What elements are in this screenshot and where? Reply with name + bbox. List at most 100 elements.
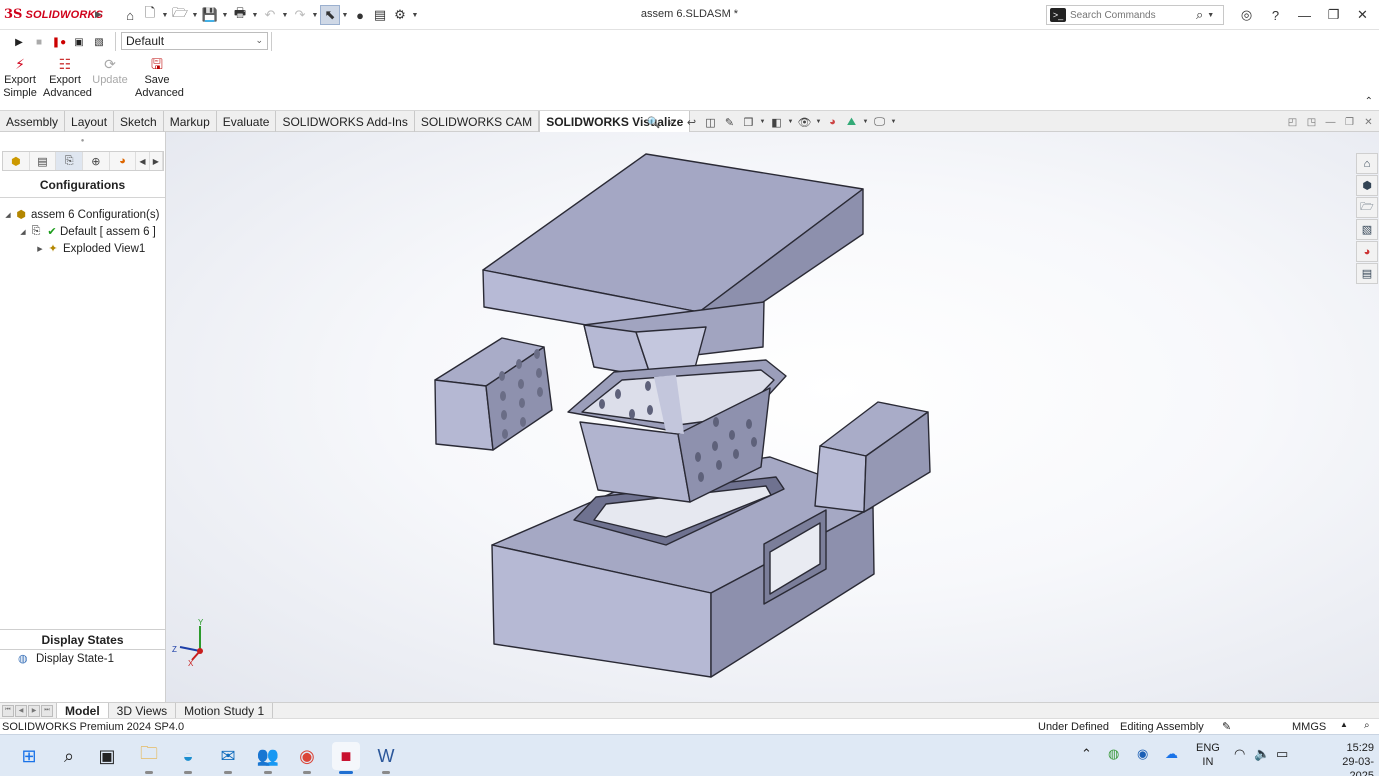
expand-toggle-icon[interactable]: ◢ (18, 228, 28, 236)
rebuild-traffic-light-icon[interactable]: ● (350, 5, 370, 25)
stop-icon[interactable]: ■ (30, 34, 48, 50)
minimize-icon[interactable]: — (1290, 5, 1319, 25)
menu-expand-icon[interactable]: ▶ (95, 9, 102, 20)
tile-view-icon[interactable]: ◰ (1283, 115, 1302, 129)
tab-solidworks-cam[interactable]: SOLIDWORKS CAM (415, 111, 540, 132)
units-dropdown-icon[interactable]: ▲ (1340, 720, 1348, 729)
configuration-manager-tab-icon[interactable]: ⎘ (56, 152, 83, 170)
expand-toggle-icon[interactable]: ◢ (3, 211, 13, 219)
redo-icon[interactable]: ↷ (290, 5, 310, 25)
tab-markup[interactable]: Markup (164, 111, 217, 132)
open-dropdown-icon[interactable]: ▼ (190, 12, 200, 19)
apply-scene-icon[interactable]: ⛰ (842, 114, 861, 130)
home-icon[interactable]: ⌂ (120, 5, 140, 25)
tab-layout[interactable]: Layout (65, 111, 115, 132)
last-tab-icon[interactable]: ⏭ (41, 704, 53, 717)
outlook-icon[interactable]: ✉ (214, 742, 242, 774)
tree-item[interactable]: ◢ ⎘ ✔ Default [ assem 6 ] (0, 223, 165, 240)
exploded-mold-assembly[interactable]: Y Z X (166, 132, 1379, 702)
section-view-icon[interactable]: ◫ (701, 114, 720, 130)
new-dropdown-icon[interactable]: ▼ (160, 12, 170, 19)
dimxpert-tab-icon[interactable]: ⊕ (83, 152, 110, 170)
word-icon[interactable]: W (372, 742, 400, 774)
options-dropdown-icon[interactable]: ▼ (410, 12, 420, 19)
edge-browser-icon[interactable]: ◒ (174, 742, 202, 774)
wifi-icon[interactable]: ◠ (1234, 746, 1245, 762)
input-language[interactable]: ENG IN (1196, 741, 1220, 769)
hide-show-dropdown-icon[interactable]: ▼ (814, 114, 823, 130)
search-commands-box[interactable]: >_ ⌕ ▼ (1046, 5, 1224, 25)
appearances-scenes-icon[interactable]: ◕ (1356, 241, 1378, 262)
viewport-restore-icon[interactable]: ❐ (1340, 115, 1359, 129)
view-palette-icon[interactable]: ▧ (1356, 219, 1378, 240)
save-advanced-button[interactable]: 🖫 Save Advanced (135, 55, 184, 100)
solidworks-resources-icon[interactable]: ⌂ (1356, 153, 1378, 174)
save-dropdown-icon[interactable]: ▼ (220, 12, 230, 19)
property-manager-tab-icon[interactable]: ▤ (30, 152, 57, 170)
scroll-left-icon[interactable]: ◀ (136, 152, 150, 170)
view-orientation-icon[interactable]: ❒ (739, 114, 758, 130)
solidworks-logo[interactable]: 3S SOLIDWORKS (4, 7, 103, 22)
onedrive-icon[interactable]: ☁ (1165, 746, 1178, 762)
render-output-icon[interactable]: ▧ (90, 34, 108, 50)
graphics-viewport[interactable]: Y Z X (166, 132, 1379, 702)
left-side-slide[interactable] (434, 337, 553, 451)
render-settings-icon[interactable]: ▣ (70, 34, 88, 50)
tab-motion-study-1[interactable]: Motion Study 1 (176, 702, 274, 719)
task-view-icon[interactable]: ▣ (93, 742, 121, 770)
edit-appearance-icon[interactable]: ◕ (823, 114, 842, 130)
select-cursor-icon[interactable]: ⬉ (320, 5, 340, 25)
configuration-select[interactable]: Default ⌄ (121, 32, 268, 50)
dynamic-annotation-icon[interactable]: ✎ (720, 114, 739, 130)
viewport-minimize-icon[interactable]: — (1321, 115, 1340, 129)
print-icon[interactable]: 🖶 (230, 5, 250, 25)
right-side-slide[interactable] (814, 401, 931, 513)
play-icon[interactable]: ▶ (10, 34, 28, 50)
user-account-icon[interactable]: ◎ (1232, 5, 1261, 25)
split-view-icon[interactable]: ◳ (1302, 115, 1321, 129)
battery-icon[interactable]: ▭ (1276, 746, 1288, 762)
chevron-up-icon[interactable]: ⌃ (1365, 96, 1373, 107)
scene-dropdown-icon[interactable]: ▼ (861, 114, 870, 130)
restore-icon[interactable]: ❐ (1319, 5, 1348, 25)
design-library-icon[interactable]: ⬢ (1356, 175, 1378, 196)
viewport-close-icon[interactable]: ✕ (1359, 115, 1378, 129)
next-tab-icon[interactable]: ▶ (28, 704, 40, 717)
feature-manager-tab-icon[interactable]: ⬢ (3, 152, 30, 170)
export-advanced-button[interactable]: ☷ Export Advanced (43, 55, 92, 100)
tab-solidworks-add-ins[interactable]: SOLIDWORKS Add-Ins (276, 111, 415, 132)
volume-icon[interactable]: 🔈 (1254, 746, 1270, 762)
print-dropdown-icon[interactable]: ▼ (250, 12, 260, 19)
tab-model[interactable]: Model (56, 702, 109, 719)
show-hidden-icons-icon[interactable]: ⌃ (1081, 746, 1092, 762)
first-tab-icon[interactable]: ⏮ (2, 704, 14, 717)
unit-system[interactable]: MMGS (1292, 721, 1326, 733)
chrome-icon[interactable]: ◉ (293, 742, 321, 774)
search-dropdown-icon[interactable]: ▼ (1207, 12, 1214, 19)
zoom-to-fit-icon[interactable]: 🔍 (644, 114, 663, 130)
zoom-to-area-icon[interactable]: ⌕ (663, 114, 682, 130)
help-icon[interactable]: ? (1261, 5, 1290, 25)
file-explorer-icon[interactable]: 🗁 (1356, 197, 1378, 218)
windows-start-icon[interactable]: ⊞ (15, 742, 43, 770)
redo-dropdown-icon[interactable]: ▼ (310, 12, 320, 19)
tab-sketch[interactable]: Sketch (114, 111, 164, 132)
file-properties-icon[interactable]: ▤ (370, 5, 390, 25)
search-input[interactable] (1070, 9, 1190, 21)
undo-dropdown-icon[interactable]: ▼ (280, 12, 290, 19)
view-orientation-dropdown-icon[interactable]: ▼ (758, 114, 767, 130)
teams-icon[interactable]: 👥 (254, 742, 282, 774)
expand-toggle-icon[interactable]: ▶ (35, 245, 45, 253)
new-document-icon[interactable]: 🗋 (140, 5, 160, 25)
display-manager-tab-icon[interactable]: ◕ (110, 152, 137, 170)
tree-item[interactable]: ▶ ✦ Exploded View1 (0, 240, 165, 257)
pause-record-icon[interactable]: ❚● (50, 34, 68, 50)
export-simple-button[interactable]: ⚡ Export Simple (0, 55, 42, 100)
save-icon[interactable]: 💾 (200, 5, 220, 25)
scroll-right-icon[interactable]: ▶ (150, 152, 163, 170)
rebuild-status-icon[interactable]: ✎ (1222, 720, 1231, 733)
previous-tab-icon[interactable]: ◀ (15, 704, 27, 717)
undo-icon[interactable]: ↶ (260, 5, 280, 25)
display-style-dropdown-icon[interactable]: ▼ (786, 114, 795, 130)
panel-grip[interactable]: ● (0, 132, 165, 150)
